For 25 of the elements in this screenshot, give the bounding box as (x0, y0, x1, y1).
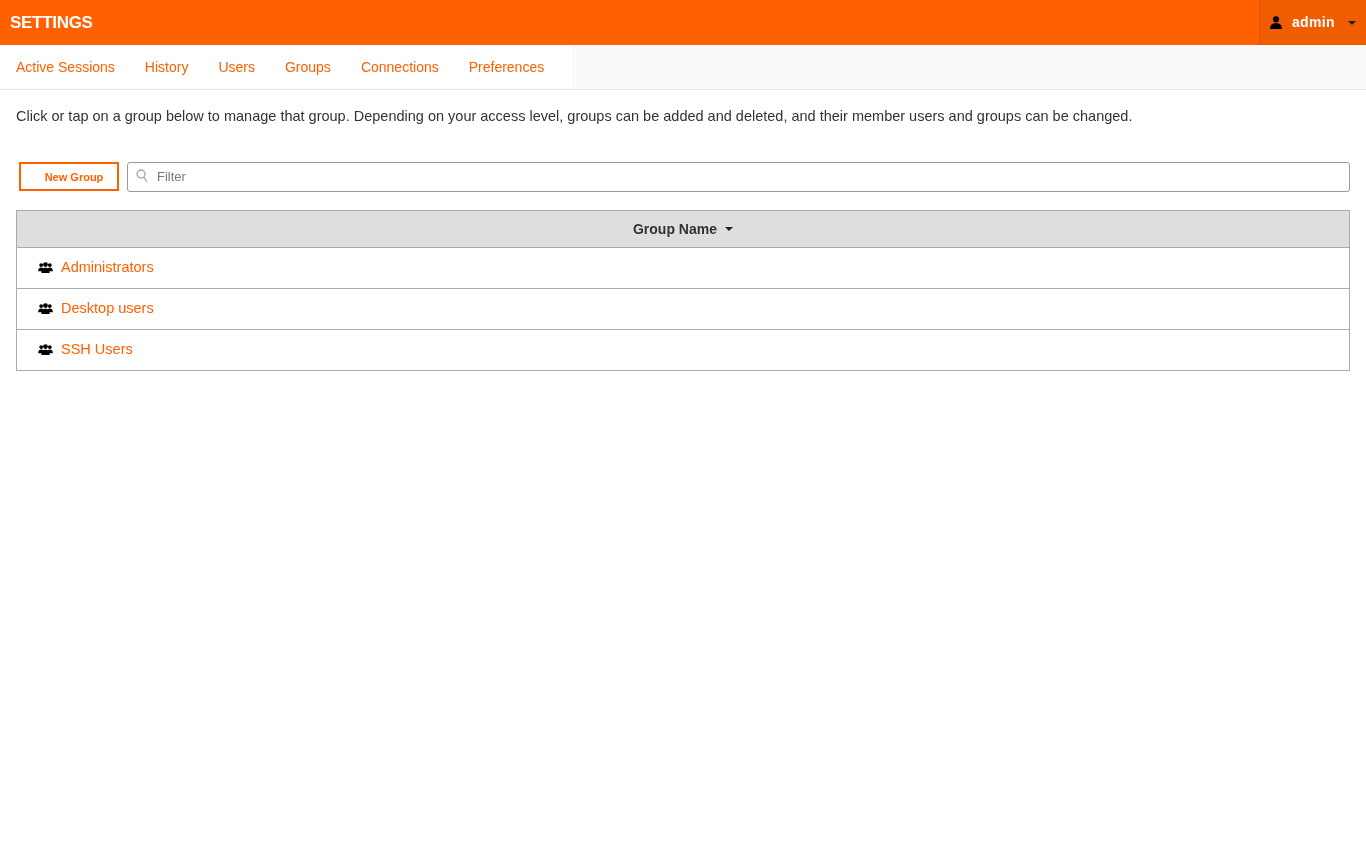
new-group-button[interactable]: New Group (19, 162, 119, 192)
nav-tab[interactable]: Groups (268, 45, 345, 89)
nav-tab[interactable]: Active Sessions (0, 45, 129, 89)
group-link[interactable]: Desktop users (61, 297, 154, 320)
nav-tab[interactable]: Preferences (452, 45, 559, 89)
search-icon (136, 168, 148, 183)
group-link[interactable]: SSH Users (61, 338, 133, 361)
filter-field[interactable]: Filter (127, 161, 1350, 192)
sort-caret-icon (725, 227, 733, 232)
nav-tab[interactable]: History (128, 45, 203, 89)
user-icon (1270, 16, 1282, 29)
column-header[interactable]: Group Name (633, 218, 733, 240)
table-row[interactable]: Administrators (16, 247, 1350, 289)
table-row[interactable]: Desktop users (16, 288, 1350, 330)
group-icon (38, 303, 53, 315)
caret-icon (1348, 20, 1356, 25)
page-title: SETTINGS (9, 11, 93, 34)
nav-tab[interactable]: Connections (344, 45, 453, 89)
nav-tab[interactable]: Users (202, 45, 269, 89)
page-description: Click or tap on a group below to manage that group. Depending on your access level, groups can be added and deleted, and their member users and groups can be changed. (15, 107, 1134, 126)
table-row[interactable]: SSH Users (16, 329, 1350, 371)
group-icon (38, 262, 53, 274)
group-icon (38, 344, 53, 356)
group-link[interactable]: Administrators (61, 256, 154, 279)
user-menu-button[interactable]: admin (1259, 0, 1366, 45)
